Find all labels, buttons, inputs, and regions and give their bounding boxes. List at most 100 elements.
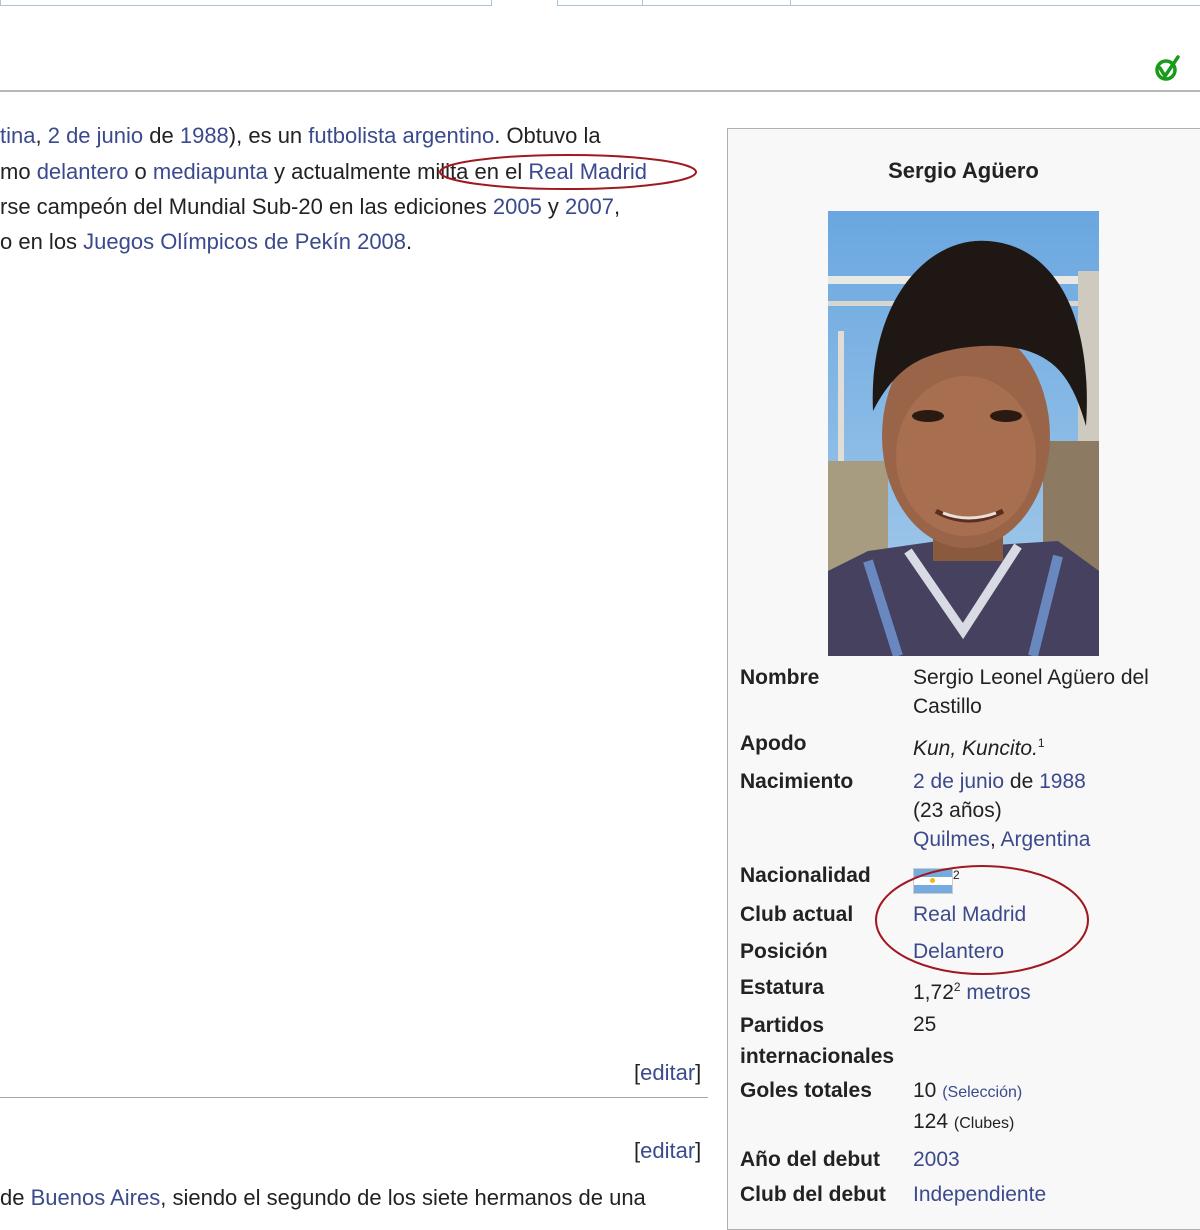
edit-section-link-1[interactable]: [editar]	[634, 1060, 701, 1086]
text-fragment: ,	[35, 123, 48, 148]
text-fragment: y actualmente milita en el	[267, 159, 529, 184]
wiki-link[interactable]: tina	[0, 123, 35, 148]
wiki-link[interactable]: Real Madrid	[528, 159, 647, 184]
article-text-line: tina, 2 de junio de 1988), es un futboli…	[0, 118, 601, 153]
infobox-value-line: 124 (Clubes)	[913, 1107, 1198, 1138]
text-fragment: .	[406, 229, 413, 254]
infobox-label: Posición	[740, 940, 828, 963]
tab-left[interactable]	[0, 0, 492, 6]
text-fragment: o	[128, 159, 153, 184]
wiki-link[interactable]: 2007	[565, 194, 614, 219]
wiki-link[interactable]: 2005	[493, 194, 542, 219]
reference-superscript[interactable]: 1	[1038, 736, 1045, 750]
infobox-value: 10 (Selección) 124 (Clubes)	[913, 1076, 1198, 1138]
flag-sun-icon	[930, 878, 935, 884]
argentina-flag-icon[interactable]	[913, 868, 953, 895]
infobox-value: Independiente	[913, 1180, 1198, 1209]
article-text-line: rse campeón del Mundial Sub-20 en las ed…	[0, 189, 620, 224]
check-mark-icon	[1154, 54, 1180, 82]
infobox-value-line: 10 (Selección)	[913, 1076, 1198, 1107]
article-text-line: o en los Juegos Olímpicos de Pekín 2008.	[0, 224, 412, 259]
text-fragment: de	[1004, 770, 1040, 793]
infobox-label: Nacimiento	[740, 770, 854, 793]
infobox-label: Nacionalidad	[740, 864, 871, 887]
text-fragment: 25	[913, 1013, 937, 1036]
infobox-value-line: (23 años)	[913, 796, 1198, 825]
infobox-label: Apodo	[740, 732, 807, 755]
wiki-link[interactable]: 1988	[180, 123, 229, 148]
infobox-value: Real Madrid	[913, 900, 1198, 929]
infobox-value: 2 de junio de 1988 (23 años) Quilmes, Arge…	[913, 767, 1198, 854]
infobox-value-line: Quilmes, Argentina	[913, 825, 1198, 854]
text-fragment: ,	[990, 828, 1001, 851]
infobox-value: Delantero	[913, 937, 1198, 966]
infobox-value: Sergio Leonel Agüero del Castillo	[913, 663, 1198, 721]
infobox-value: 2	[913, 861, 1198, 895]
page-header-rule	[0, 90, 1200, 92]
wiki-link[interactable]: delantero	[37, 159, 129, 184]
infobox-value-line: Delantero	[913, 937, 1198, 966]
infobox-label: Club actual	[740, 903, 854, 926]
infobox-value-line: Sergio Leonel Agüero del	[913, 663, 1198, 692]
infobox-label: Nombre	[740, 666, 820, 689]
wiki-link[interactable]: Independiente	[913, 1183, 1046, 1206]
wiki-link[interactable]: Real Madrid	[913, 903, 1026, 926]
infobox-value-line: 2003	[913, 1145, 1198, 1174]
text-fragment: de	[143, 123, 180, 148]
infobox-value-line: 2	[913, 861, 1198, 895]
text-fragment: Kun, Kuncito.	[913, 737, 1038, 760]
text-fragment: y	[541, 194, 566, 219]
tab-separator	[642, 0, 643, 5]
text-fragment: ,	[614, 194, 621, 219]
wiki-link[interactable]: 2 de junio	[913, 770, 1004, 793]
infobox-title: Sergio Agüero	[888, 158, 1039, 183]
text-fragment: Sergio Leonel Agüero del	[913, 666, 1149, 689]
infobox-label: Club del debut	[740, 1183, 886, 1206]
infobox-label: Goles totales	[740, 1079, 872, 1102]
infobox-value: 25	[913, 1010, 1198, 1039]
wiki-link[interactable]: 2 de junio	[48, 123, 143, 148]
wiki-link[interactable]: mediapunta	[153, 159, 268, 184]
infobox-value-line: 25	[913, 1010, 1198, 1039]
wiki-link[interactable]: Juegos Olímpicos de Pekín 2008	[83, 229, 406, 254]
wiki-link[interactable]: argentino	[402, 123, 494, 148]
article-text-line: mo delantero o mediapunta y actualmente …	[0, 154, 647, 189]
text-fragment: 10	[913, 1079, 943, 1102]
reference-superscript[interactable]: 2	[954, 980, 961, 994]
wiki-link[interactable]: Delantero	[913, 940, 1004, 963]
edit-section-link-2[interactable]: [editar]	[634, 1138, 701, 1164]
infobox-label: Partidos internacionales	[740, 1014, 895, 1068]
text-fragment: de	[0, 1185, 31, 1210]
text-fragment: Castillo	[913, 695, 982, 718]
text-fragment: o en los	[0, 229, 84, 254]
wiki-link[interactable]: 1988	[1039, 770, 1086, 793]
text-fragment: (23 años)	[913, 799, 1002, 822]
text-fragment: rse campeón del Mundial Sub-20 en las ed…	[0, 194, 493, 219]
infobox-value-line: Independiente	[913, 1180, 1198, 1209]
infobox-value-line: Kun, Kuncito.1	[913, 729, 1198, 763]
wiki-link[interactable]: 2003	[913, 1148, 960, 1171]
text-fragment: (Clubes)	[953, 1115, 1015, 1132]
tab-separator-2	[790, 0, 791, 5]
wiki-link[interactable]: Buenos Aires	[31, 1185, 161, 1210]
wiki-link[interactable]: Argentina	[1001, 828, 1091, 851]
text-fragment: 124	[913, 1110, 954, 1133]
text-fragment: ), es un	[228, 123, 309, 148]
infobox-value-line: 2 de junio de 1988	[913, 767, 1198, 796]
infobox-label: Año del debut	[740, 1148, 880, 1171]
text-fragment: 1,72	[913, 981, 954, 1004]
wiki-link[interactable]: Quilmes	[913, 828, 990, 851]
text-fragment: mo	[0, 159, 37, 184]
infobox-value: 2003	[913, 1145, 1198, 1174]
infobox-value-line: Castillo	[913, 692, 1198, 721]
wiki-link[interactable]: metros	[966, 981, 1030, 1004]
text-fragment: , siendo el segundo de los siete hermano…	[160, 1185, 646, 1210]
section-divider	[0, 1097, 708, 1098]
text-fragment: . Obtuvo la	[494, 123, 601, 148]
wiki-link[interactable]: (Selección)	[942, 1084, 1022, 1101]
tab-right[interactable]	[557, 0, 1200, 6]
reference-superscript[interactable]: 2	[953, 868, 960, 882]
infobox-value: Kun, Kuncito.1	[913, 729, 1198, 763]
wiki-link[interactable]: futbolista	[308, 123, 396, 148]
infobox-value-line: Real Madrid	[913, 900, 1198, 929]
